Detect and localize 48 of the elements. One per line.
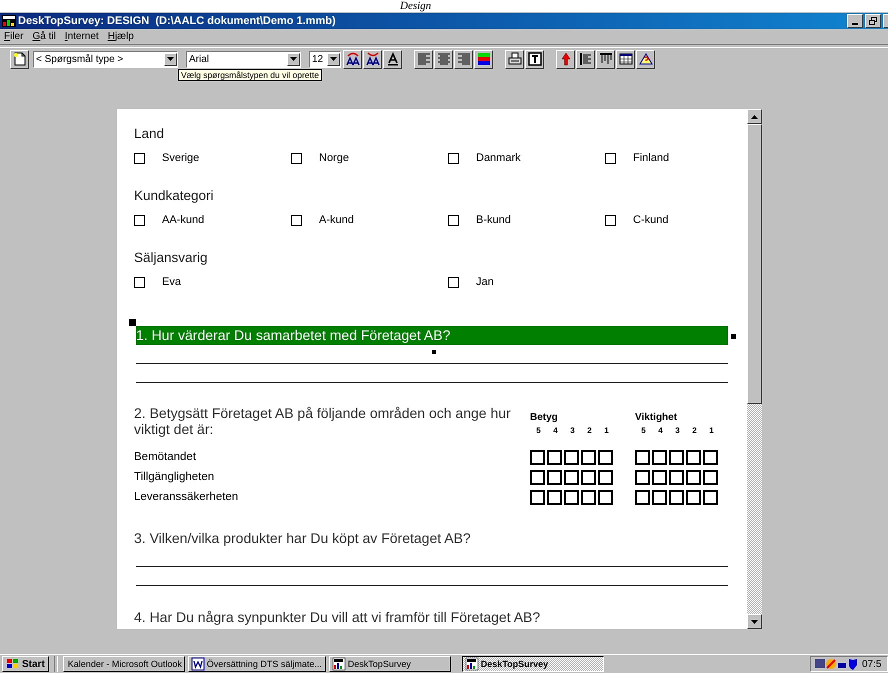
- page-heading: Design: [399, 0, 432, 12]
- option-label: Jan: [476, 276, 494, 288]
- option-label: A-kund: [319, 214, 354, 226]
- option-label: C-kund: [633, 214, 668, 226]
- option-label: B-kund: [476, 214, 511, 226]
- option-label: Eva: [162, 276, 181, 288]
- scale-number: 2: [691, 426, 698, 435]
- question-type-dropdown[interactable]: < Spørgsmål type >: [33, 50, 178, 68]
- tooltip: Vælg spørgsmålstypen du vil oprette: [178, 69, 322, 81]
- start-button[interactable]: Start: [2, 656, 49, 672]
- scale-title: Viktighet: [635, 412, 678, 423]
- menu-item[interactable]: Filer: [4, 31, 24, 42]
- font-size-dropdown[interactable]: 12: [309, 50, 341, 68]
- scale-number: 5: [640, 426, 647, 435]
- question-text: 2. Betygsätt Företaget AB på följande områden och ange hur viktigt det är:: [134, 405, 512, 437]
- scale-number: 4: [552, 426, 559, 435]
- row-label: Tillgängligheten: [134, 471, 214, 483]
- group-title: Land: [134, 125, 166, 143]
- scale-number: 3: [569, 426, 576, 435]
- option-label: AA-kund: [162, 214, 204, 226]
- scale-number: 2: [586, 426, 593, 435]
- taskbar-button[interactable]: DeskTopSurvey: [328, 656, 451, 672]
- taskbar-button[interactable]: DeskTopSurvey: [462, 656, 604, 672]
- scale-title: Betyg: [530, 412, 559, 423]
- menu-item[interactable]: Internet: [64, 31, 99, 42]
- menu-item[interactable]: Gå til: [32, 31, 56, 42]
- taskbar-button[interactable]: Kalender - Microsoft Outlook: [62, 656, 185, 672]
- scale-number: 4: [657, 426, 664, 435]
- scale-number: 5: [535, 426, 542, 435]
- option-label: Sverige: [162, 152, 200, 164]
- group-title: Kundkategori: [134, 187, 215, 205]
- question-text: 3. Vilken/vilka produkter har Du köpt av Företaget AB?: [134, 529, 472, 548]
- scale-number: 3: [674, 426, 681, 435]
- option-label: Finland: [633, 152, 670, 164]
- row-label: Bemötandet: [134, 451, 196, 463]
- taskbar-button[interactable]: Översättning DTS säljmate...: [188, 656, 326, 672]
- selected-question[interactable]: 1. Hur värderar Du samarbetet med Företaget AB?: [136, 326, 728, 345]
- scale-number: 1: [708, 426, 715, 435]
- option-label: Danmark: [476, 152, 521, 164]
- row-label: Leveranssäkerheten: [134, 491, 238, 503]
- font-dropdown[interactable]: Arial: [186, 50, 301, 68]
- scale-number: 1: [603, 426, 610, 435]
- option-label: Norge: [319, 152, 349, 164]
- window-title: DeskTopSurvey: DESIGN (D:\AALC dokument\Demo 1.mmb): [18, 15, 336, 27]
- clock-time: 07:5: [862, 658, 882, 670]
- group-title: Säljansvarig: [134, 249, 209, 267]
- question-text: 4. Har Du några synpunkter Du vill att vi framför till Företaget AB?: [134, 608, 542, 627]
- menu-item[interactable]: Hjælp: [108, 31, 134, 42]
